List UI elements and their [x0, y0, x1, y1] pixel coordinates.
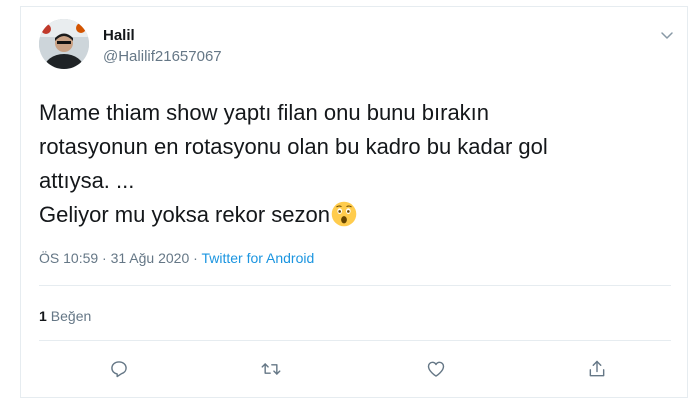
- tweet-date[interactable]: 31 Ağu 2020: [111, 250, 190, 266]
- share-icon: [589, 360, 605, 377]
- display-name[interactable]: Halil: [103, 27, 135, 44]
- share-button[interactable]: [585, 357, 609, 381]
- likes-count: 1: [39, 308, 47, 324]
- avatar-photo: [39, 19, 89, 69]
- likes-label: Beğen: [50, 308, 92, 324]
- reply-icon: [111, 361, 127, 378]
- tweet-text: Mame thiam show yaptı filan onu bunu bır…: [39, 96, 679, 232]
- tweet-time[interactable]: ÖS 10:59: [39, 250, 98, 266]
- divider-top: [39, 285, 671, 286]
- meta-separator-2: ·: [189, 250, 202, 266]
- chevron-down-icon: [661, 32, 673, 39]
- tweet-body: Mame thiam show yaptı filan onu bunu bır…: [39, 100, 548, 227]
- reply-button[interactable]: [107, 357, 131, 381]
- tweet-card: Halil @Halilif21657067 Mame thiam show y…: [20, 6, 688, 398]
- tweet-source-link[interactable]: Twitter for Android: [201, 250, 314, 266]
- tweet-metadata: ÖS 10:59 · 31 Ağu 2020 · Twitter for And…: [39, 250, 314, 266]
- heart-icon: [427, 361, 445, 377]
- avatar[interactable]: [39, 19, 89, 69]
- retweet-icon: [261, 363, 281, 375]
- likes-stat[interactable]: 1 Beğen: [39, 308, 91, 324]
- card-bottom-border: [20, 397, 688, 398]
- meta-separator: ·: [98, 250, 111, 266]
- like-button[interactable]: [424, 357, 448, 381]
- divider-bottom: [39, 340, 671, 341]
- astonished-face-emoji: [331, 201, 357, 227]
- user-handle[interactable]: @Halilif21657067: [103, 48, 222, 65]
- tweet-menu-button[interactable]: [657, 25, 677, 45]
- retweet-button[interactable]: [259, 357, 283, 381]
